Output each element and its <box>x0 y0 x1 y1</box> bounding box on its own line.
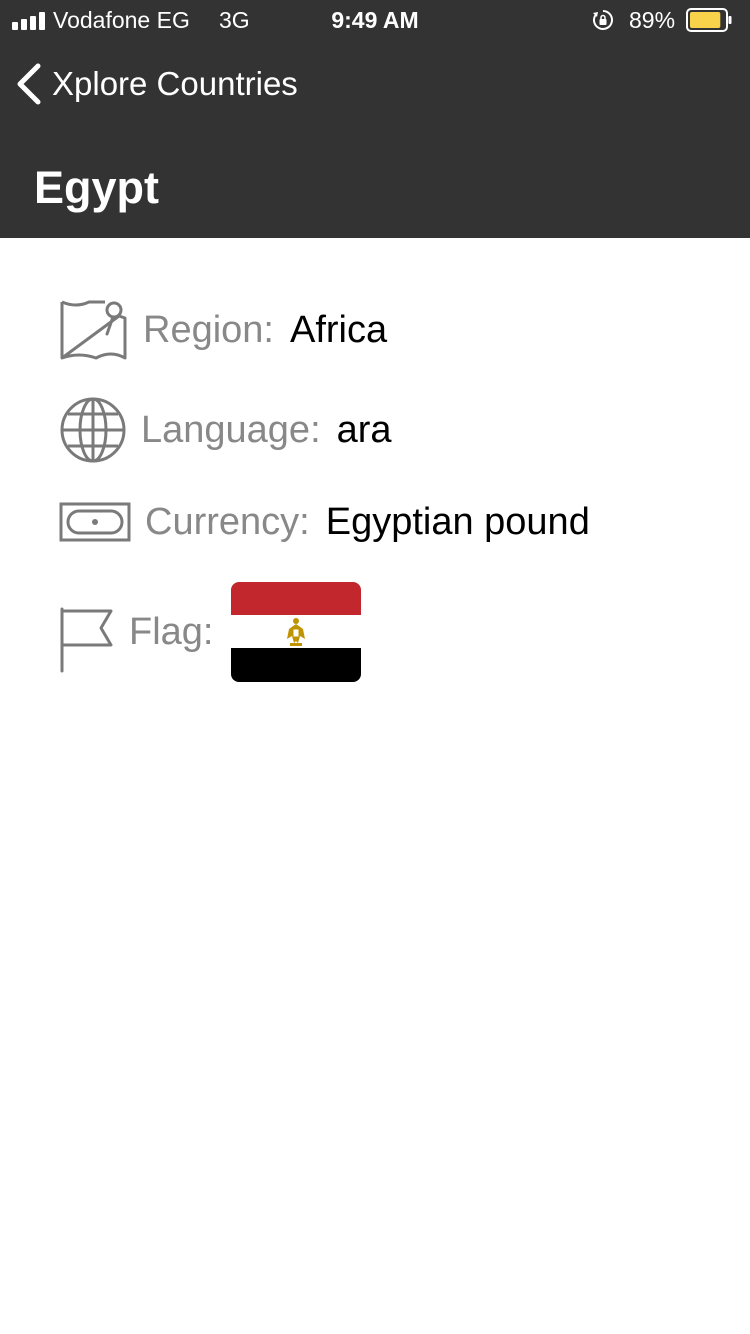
flag-black-stripe <box>231 648 362 682</box>
map-pin-icon <box>60 300 127 360</box>
currency-label: Currency: <box>145 500 310 543</box>
language-value: ara <box>336 408 392 451</box>
back-button-label: Xplore Countries <box>52 65 298 102</box>
egypt-flag-image <box>231 582 362 682</box>
globe-icon <box>60 397 126 463</box>
page-title: Egypt <box>34 162 160 213</box>
region-row: Region: Africa <box>59 298 387 362</box>
flag-label: Flag: <box>129 610 214 653</box>
navigation-header: Vodafone EG 3G 9:49 AM 89% Xplore Countr… <box>0 0 750 238</box>
chevron-left-icon <box>17 63 41 105</box>
region-value: Africa <box>289 308 388 351</box>
language-label: Language: <box>141 408 321 451</box>
flag-icon <box>60 607 113 673</box>
battery-percentage: 89% <box>629 7 676 33</box>
banknote-icon <box>59 502 131 542</box>
currency-value: Egyptian pound <box>325 500 590 543</box>
rotation-lock-icon <box>593 10 613 30</box>
battery-icon <box>686 8 732 32</box>
language-row: Language: ara <box>59 396 392 464</box>
flag-red-stripe <box>231 582 362 616</box>
eagle-emblem-icon <box>287 618 306 646</box>
flag-row: Flag: <box>59 582 362 682</box>
currency-row: Currency: Egyptian pound <box>59 494 590 550</box>
status-bar: Vodafone EG 3G 9:49 AM 89% <box>0 0 750 40</box>
back-button[interactable]: Xplore Countries <box>14 58 298 110</box>
region-label: Region: <box>143 308 274 351</box>
